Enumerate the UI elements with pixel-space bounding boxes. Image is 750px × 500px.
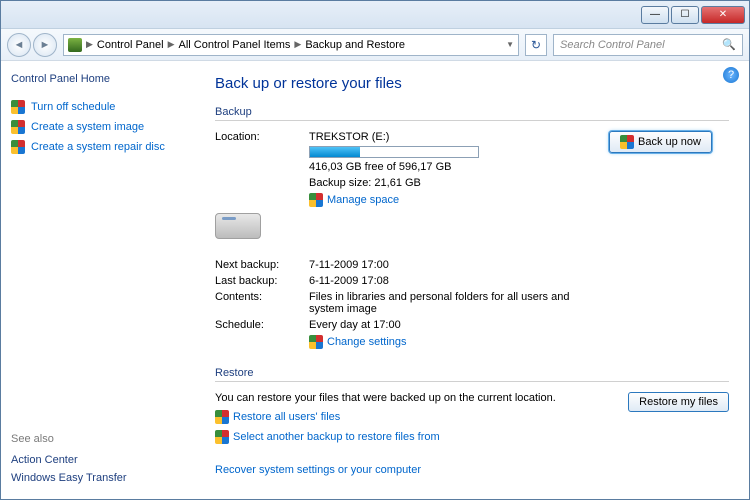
last-backup-value: 6-11-2009 17:08 (309, 275, 605, 287)
action-center-link[interactable]: Action Center (11, 451, 181, 469)
link-label: Create a system image (31, 121, 144, 133)
control-panel-icon (68, 38, 82, 52)
breadcrumb-item[interactable]: Backup and Restore (305, 39, 405, 51)
sidebar: Control Panel Home Turn off schedule Cre… (1, 61, 191, 499)
see-also-header: See also (11, 433, 181, 445)
next-backup-value: 7-11-2009 17:00 (309, 259, 605, 271)
search-placeholder: Search Control Panel (560, 39, 665, 51)
see-also-section: See also Action Center Windows Easy Tran… (11, 433, 181, 487)
help-icon[interactable]: ? (723, 67, 739, 83)
backup-size: Backup size: 21,61 GB (309, 177, 605, 189)
button-label: Back up now (638, 136, 701, 148)
contents-value: Files in libraries and personal folders … (309, 291, 605, 315)
create-system-image-link[interactable]: Create a system image (11, 117, 181, 137)
refresh-button[interactable]: ↻ (525, 34, 547, 56)
main-content: ? Back up or restore your files Backup L… (191, 61, 749, 499)
search-input[interactable]: Search Control Panel 🔍 (553, 34, 743, 56)
drive-icon (215, 213, 261, 239)
next-backup-label: Next backup: (215, 259, 305, 271)
schedule-value: Every day at 17:00 (309, 319, 605, 331)
shield-icon (309, 193, 323, 207)
search-icon: 🔍 (722, 38, 736, 51)
shield-icon (215, 430, 229, 444)
backup-details: Location: TREKSTOR (E:) 416,03 GB free o… (215, 131, 729, 349)
link-label: Turn off schedule (31, 101, 115, 113)
shield-icon (215, 410, 229, 424)
schedule-label: Schedule: (215, 319, 305, 331)
control-panel-home-link[interactable]: Control Panel Home (11, 73, 181, 85)
drive-name: TREKSTOR (E:) (309, 131, 605, 143)
contents-label: Contents: (215, 291, 305, 303)
window-controls: — ☐ ✕ (639, 6, 745, 24)
breadcrumb-item[interactable]: Control Panel (97, 39, 164, 51)
manage-space-link[interactable]: Manage space (327, 194, 399, 206)
window-frame: — ☐ ✕ ◄ ► ▶ Control Panel ▶ All Control … (0, 0, 750, 500)
back-button[interactable]: ◄ (7, 33, 31, 57)
location-label: Location: (215, 131, 305, 143)
backup-section-header: Backup (215, 106, 729, 121)
chevron-right-icon: ▶ (86, 39, 93, 50)
easy-transfer-link[interactable]: Windows Easy Transfer (11, 469, 181, 487)
navigation-bar: ◄ ► ▶ Control Panel ▶ All Control Panel … (1, 29, 749, 61)
link-label: Create a system repair disc (31, 141, 165, 153)
shield-icon (11, 100, 25, 114)
page-title: Back up or restore your files (215, 75, 729, 92)
shield-icon (11, 120, 25, 134)
restore-all-users-link[interactable]: Restore all users' files (233, 411, 340, 423)
restore-description: You can restore your files that were bac… (215, 392, 608, 404)
chevron-right-icon: ▶ (168, 39, 175, 50)
create-repair-disc-link[interactable]: Create a system repair disc (11, 137, 181, 157)
shield-icon (620, 135, 634, 149)
free-space: 416,03 GB free of 596,17 GB (309, 161, 605, 173)
titlebar: — ☐ ✕ (1, 1, 749, 29)
change-settings-link[interactable]: Change settings (327, 336, 407, 348)
forward-button[interactable]: ► (33, 33, 57, 57)
turn-off-schedule-link[interactable]: Turn off schedule (11, 97, 181, 117)
shield-icon (11, 140, 25, 154)
address-bar[interactable]: ▶ Control Panel ▶ All Control Panel Item… (63, 34, 519, 56)
recover-system-link[interactable]: Recover system settings or your computer (215, 464, 608, 476)
button-label: Restore my files (639, 396, 718, 408)
maximize-button[interactable]: ☐ (671, 6, 699, 24)
shield-icon (309, 335, 323, 349)
backup-now-button[interactable]: Back up now (609, 131, 712, 153)
restore-my-files-button[interactable]: Restore my files (628, 392, 729, 412)
disk-usage-bar (309, 146, 479, 158)
restore-section-header: Restore (215, 367, 729, 382)
minimize-button[interactable]: — (641, 6, 669, 24)
close-button[interactable]: ✕ (701, 6, 745, 24)
breadcrumb-item[interactable]: All Control Panel Items (179, 39, 291, 51)
last-backup-label: Last backup: (215, 275, 305, 287)
select-another-backup-link[interactable]: Select another backup to restore files f… (233, 431, 440, 443)
chevron-down-icon[interactable]: ▼ (506, 40, 514, 49)
chevron-right-icon: ▶ (294, 39, 301, 50)
